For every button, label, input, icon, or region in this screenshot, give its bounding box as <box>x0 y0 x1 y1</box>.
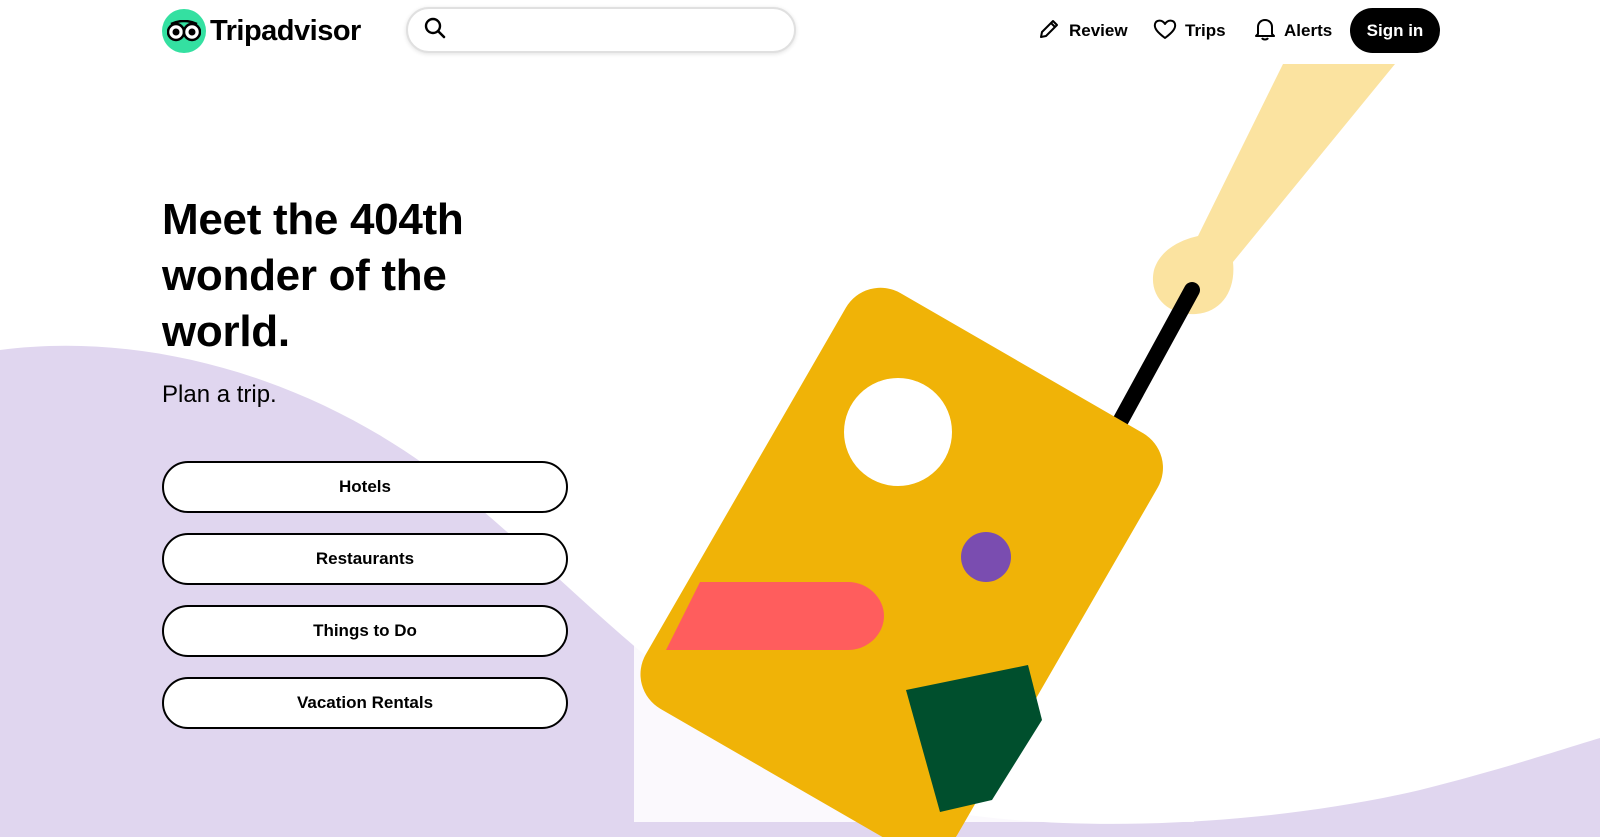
top-nav: Tripadvisor Review Trips Alerts Sign in <box>0 0 1600 62</box>
logo-text: Tripadvisor <box>210 14 361 47</box>
search-icon <box>424 17 446 44</box>
sign-in-button[interactable]: Sign in <box>1350 8 1440 53</box>
bell-icon <box>1254 17 1276 46</box>
things-to-do-button[interactable]: Things to Do <box>162 605 568 657</box>
nav-trips-label: Trips <box>1185 21 1226 40</box>
search-input[interactable] <box>456 20 794 40</box>
nav-alerts-label: Alerts <box>1284 21 1333 40</box>
nav-trips[interactable]: Trips <box>1153 9 1226 53</box>
pencil-icon <box>1037 17 1061 46</box>
heart-icon <box>1153 18 1177 45</box>
nav-alerts[interactable]: Alerts <box>1254 9 1332 53</box>
restaurants-button[interactable]: Restaurants <box>162 533 568 585</box>
owl-icon <box>162 9 206 53</box>
vacation-rentals-button[interactable]: Vacation Rentals <box>162 677 568 729</box>
trip-options: Hotels Restaurants Things to Do Vacation… <box>162 461 568 749</box>
nav-review-label: Review <box>1069 21 1128 40</box>
hero-title: Meet the 404th wonder of the world. <box>162 195 464 356</box>
hotels-button[interactable]: Hotels <box>162 461 568 513</box>
tripadvisor-logo[interactable]: Tripadvisor <box>162 9 361 53</box>
hero-subtitle: Plan a trip. <box>162 381 277 408</box>
search-bar[interactable] <box>406 7 796 53</box>
nav-review[interactable]: Review <box>1037 9 1128 53</box>
